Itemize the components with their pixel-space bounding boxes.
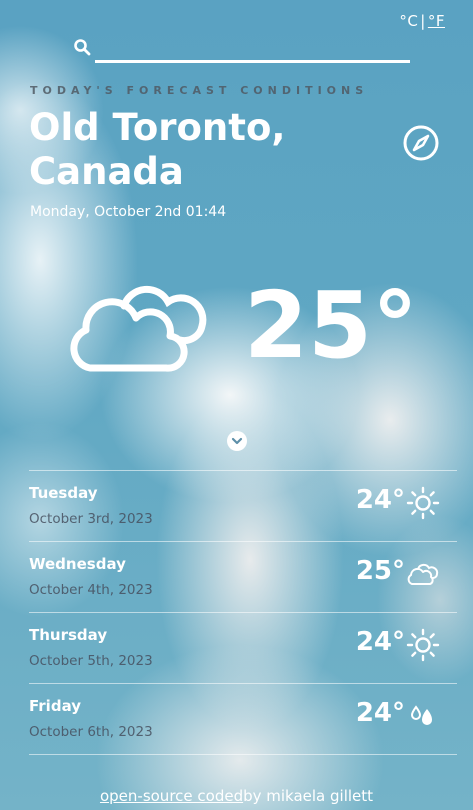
forecast-row: Friday October 6th, 2023 24° xyxy=(29,683,457,755)
unit-toggle: °C | °F xyxy=(399,12,445,30)
compass-icon[interactable] xyxy=(402,124,440,162)
forecast-temp: 24° xyxy=(355,698,405,728)
chevron-down-icon xyxy=(231,437,243,445)
forecast-day: Tuesday xyxy=(29,484,98,502)
cloud-icon xyxy=(70,285,207,372)
forecast-row: Tuesday October 3rd, 2023 24° xyxy=(29,470,457,541)
forecast-temp: 25° xyxy=(355,556,405,586)
forecast-day: Friday xyxy=(29,697,82,715)
forecast-row: Thursday October 5th, 2023 24° xyxy=(29,612,457,683)
forecast-day: Thursday xyxy=(29,626,108,644)
forecast-day: Wednesday xyxy=(29,555,126,573)
unit-separator: | xyxy=(420,12,426,30)
cloud-icon xyxy=(407,563,439,585)
sun-icon xyxy=(406,486,440,520)
fahrenheit-toggle[interactable]: °F xyxy=(428,12,445,30)
search-input[interactable] xyxy=(95,34,410,63)
current-datetime: Monday, October 2nd 01:44 xyxy=(30,204,227,220)
forecast-temp: 24° xyxy=(355,627,405,657)
drops-icon xyxy=(410,705,432,725)
sun-icon xyxy=(406,628,440,662)
current-temperature: 25° xyxy=(244,272,419,379)
footer: open-source codedby mikaela gillett xyxy=(0,787,473,805)
forecast-temp: 24° xyxy=(355,485,405,515)
city-title: Old Toronto, Canada xyxy=(29,106,286,193)
search-icon[interactable] xyxy=(73,38,91,56)
forecast-list: Tuesday October 3rd, 2023 24° Wednesday … xyxy=(29,470,457,755)
author-credit: by mikaela gillett xyxy=(243,787,374,805)
forecast-date: October 4th, 2023 xyxy=(29,582,153,598)
celsius-toggle[interactable]: °C xyxy=(399,12,418,30)
forecast-date: October 5th, 2023 xyxy=(29,653,153,669)
source-link[interactable]: open-source coded xyxy=(100,787,243,805)
search-bar xyxy=(73,34,410,63)
expand-button[interactable] xyxy=(227,431,247,451)
forecast-date: October 3rd, 2023 xyxy=(29,511,153,527)
forecast-date: October 6th, 2023 xyxy=(29,724,153,740)
forecast-row: Wednesday October 4th, 2023 25° xyxy=(29,541,457,612)
forecast-kicker: TODAY'S FORECAST CONDITIONS xyxy=(30,84,369,97)
